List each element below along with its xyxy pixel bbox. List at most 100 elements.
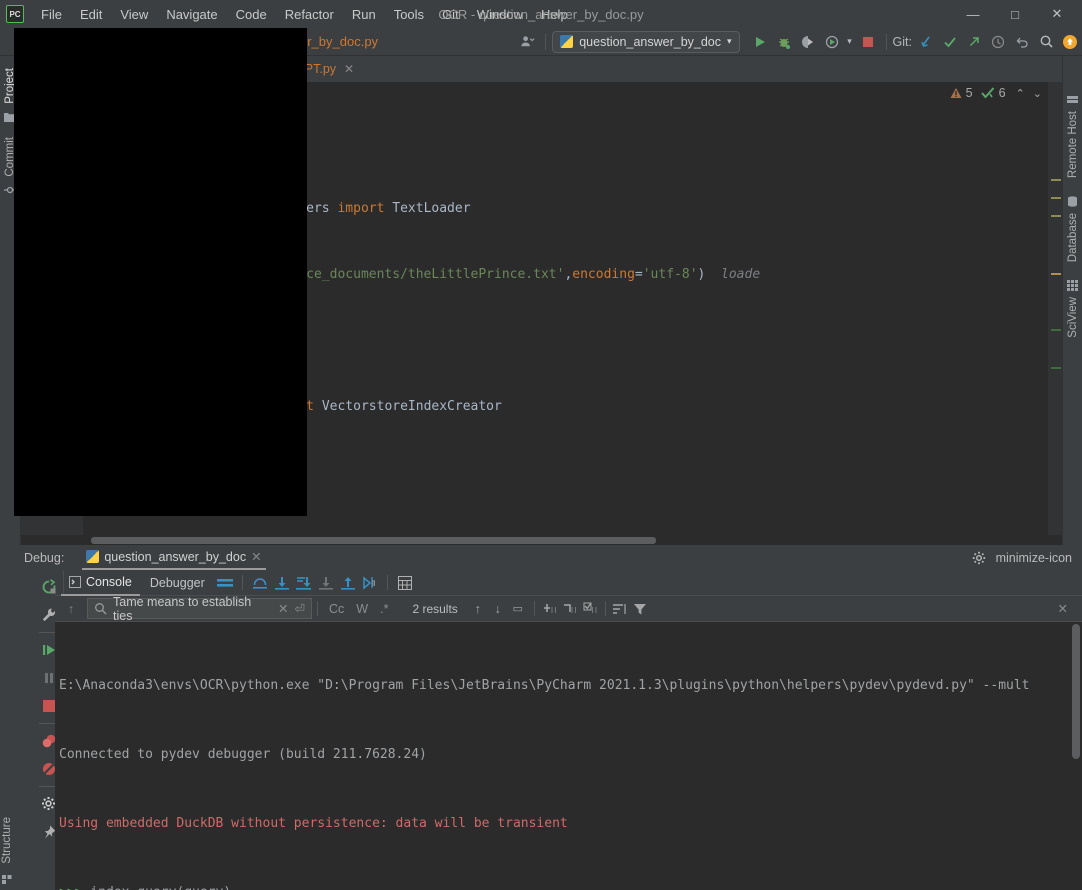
step-over-icon[interactable] — [250, 573, 270, 593]
rollback-icon[interactable] — [1010, 30, 1034, 54]
exclude-filter-icon[interactable] — [561, 599, 581, 619]
menu-edit[interactable]: Edit — [71, 4, 111, 25]
sidebar-item-database[interactable]: Database — [1066, 207, 1080, 268]
menu-tools[interactable]: Tools — [385, 4, 433, 25]
divider — [317, 601, 318, 616]
chevron-down-icon: ▾ — [727, 36, 732, 46]
minimize-button[interactable]: — — [952, 0, 994, 28]
menu-window[interactable]: Window — [468, 4, 532, 25]
sidebar-item-structure[interactable]: Structure — [0, 811, 14, 870]
editor-horizontal-scrollbar[interactable] — [21, 535, 1062, 545]
scrollbar-thumb[interactable] — [91, 537, 656, 544]
menu-code[interactable]: Code — [227, 4, 276, 25]
close-find-icon[interactable]: ✕ — [1058, 601, 1076, 616]
menu-run[interactable]: Run — [343, 4, 385, 25]
minimize-icon[interactable]: minimize-icon — [996, 551, 1072, 565]
menu-navigate[interactable]: Navigate — [157, 4, 226, 25]
close-icon[interactable]: ✕ — [344, 62, 354, 76]
warning-marker[interactable] — [1051, 179, 1061, 181]
info-marker[interactable] — [1051, 329, 1061, 331]
toolbar-divider — [545, 33, 547, 50]
chevron-down-icon[interactable]: ⌄ — [1033, 87, 1042, 100]
clear-search-icon[interactable]: ✕ — [278, 601, 288, 616]
info-marker[interactable] — [1051, 367, 1061, 369]
menu-view[interactable]: View — [111, 4, 157, 25]
maximize-button[interactable]: □ — [994, 0, 1036, 28]
sidebar-item-remote-host[interactable]: Remote Host — [1066, 105, 1080, 184]
tab-debugger[interactable]: Debugger — [142, 570, 213, 596]
regex-toggle[interactable]: .* — [374, 602, 394, 616]
chevron-up-icon[interactable]: ⌃ — [1016, 87, 1025, 100]
tab-console[interactable]: Console — [61, 570, 140, 596]
force-step-into-icon[interactable] — [294, 573, 314, 593]
divider — [533, 601, 535, 616]
evaluate-icon[interactable] — [395, 573, 415, 593]
find-next-button[interactable]: ↓ — [488, 599, 508, 619]
console-line: Connected to pydev debugger (build 211.7… — [59, 747, 427, 762]
add-filter-icon[interactable] — [541, 599, 561, 619]
close-button[interactable]: ✕ — [1036, 0, 1078, 28]
debug-header-actions: minimize-icon — [972, 551, 1082, 565]
search-icon[interactable] — [94, 602, 107, 615]
remote-host-icon — [1067, 94, 1078, 105]
inspection-widget[interactable]: 5 6 ⌃ ⌄ — [950, 86, 1042, 100]
menu-help[interactable]: Help — [532, 4, 577, 25]
history-icon[interactable] — [986, 30, 1010, 54]
menu-file[interactable]: File — [32, 4, 71, 25]
select-all-occurrences-button[interactable]: ▭ — [508, 599, 528, 619]
console-line-error: Using embedded DuckDB without persistenc… — [59, 816, 568, 831]
funnel-icon[interactable] — [630, 599, 650, 619]
search-everywhere-icon[interactable] — [1034, 30, 1058, 54]
menu-refactor[interactable]: Refactor — [276, 4, 343, 25]
sciview-icon — [1067, 280, 1078, 292]
profile-dropdown-icon[interactable]: ▾ — [844, 30, 856, 54]
close-icon[interactable]: ✕ — [251, 549, 261, 564]
check-filter-icon[interactable] — [581, 599, 601, 619]
git-commit-icon[interactable] — [938, 30, 962, 54]
find-prev-button[interactable]: ↑ — [468, 599, 488, 619]
scroll-up-icon[interactable]: ↑ — [61, 599, 81, 619]
match-case-toggle[interactable]: Cc — [323, 602, 350, 616]
step-into-icon[interactable] — [272, 573, 292, 593]
gear-icon[interactable] — [972, 551, 986, 565]
whole-words-toggle[interactable]: W — [350, 602, 374, 616]
breadcrumb[interactable]: er_by_doc.py — [300, 34, 378, 49]
step-out-icon[interactable] — [338, 573, 358, 593]
sidebar-item-sciview[interactable]: SciView — [1066, 291, 1080, 344]
database-label: Database — [1066, 213, 1079, 263]
run-configuration-selector[interactable]: question_answer_by_doc ▾ — [552, 30, 740, 53]
run-configuration-label: question_answer_by_doc — [579, 34, 722, 49]
search-input-value[interactable]: Tame means to establish ties — [113, 595, 272, 623]
console-output[interactable]: E:\Anaconda3\envs\OCR\python.exe "D:\Pro… — [55, 622, 1082, 890]
profile-button[interactable] — [820, 30, 844, 54]
warning-marker[interactable] — [1051, 273, 1061, 275]
right-tool-strip: Remote Host Database SciView — [1062, 56, 1082, 545]
console-scrollbar-thumb[interactable] — [1072, 624, 1080, 759]
console-column: Console Debugger ↑ Tame means to establi… — [55, 570, 1082, 890]
git-update-icon[interactable] — [914, 30, 938, 54]
stop-button[interactable] — [856, 30, 880, 54]
console-icon — [69, 575, 81, 588]
multiline-icon[interactable]: ⏎ — [295, 601, 305, 616]
warning-marker[interactable] — [1051, 215, 1061, 217]
run-button[interactable] — [748, 30, 772, 54]
debug-button[interactable] — [772, 30, 796, 54]
list-icon[interactable] — [610, 599, 630, 619]
user-avatar-icon[interactable] — [515, 30, 539, 54]
run-to-cursor-icon[interactable] — [360, 573, 380, 593]
menu-git[interactable]: Git — [433, 4, 468, 25]
layout-icon[interactable] — [215, 573, 235, 593]
search-input[interactable]: Tame means to establish ties ✕ ⏎ — [87, 595, 312, 623]
python-file-icon — [560, 35, 574, 48]
obscured-project-panel — [14, 28, 307, 516]
git-push-icon[interactable] — [962, 30, 986, 54]
debug-side-toolbar: Structure — [0, 570, 64, 890]
remote-host-label: Remote Host — [1066, 111, 1079, 179]
error-marker-bar[interactable] — [1048, 82, 1062, 535]
debug-session-tab[interactable]: question_answer_by_doc ✕ — [82, 545, 266, 570]
sciview-label: SciView — [1066, 297, 1079, 339]
warning-marker[interactable] — [1051, 197, 1061, 199]
coverage-button[interactable] — [796, 30, 820, 54]
updates-available-icon[interactable] — [1058, 30, 1082, 54]
divider — [604, 601, 606, 616]
